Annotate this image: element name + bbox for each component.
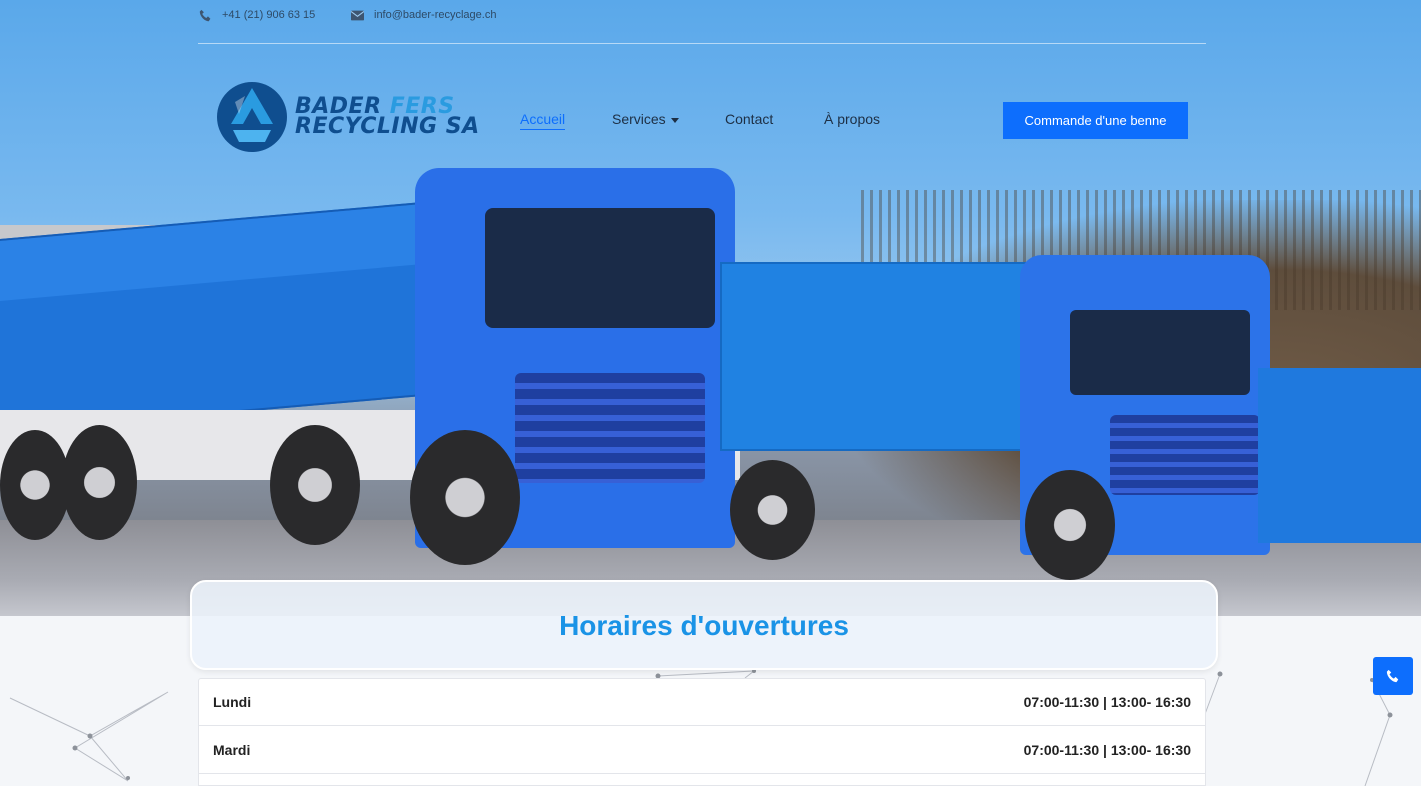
email-address[interactable]: info@bader-recyclage.ch	[374, 9, 496, 21]
container-right	[1258, 368, 1421, 543]
chevron-down-icon[interactable]	[670, 117, 679, 123]
table-row-partial	[198, 774, 1206, 786]
nav-contact[interactable]: Contact	[725, 111, 773, 127]
day-label: Mardi	[213, 741, 251, 758]
nav-a-propos[interactable]: À propos	[824, 111, 880, 127]
table-row: Lundi 07:00-11:30 | 13:00- 16:30	[198, 678, 1206, 726]
site-logo[interactable]: BADER FERS RECYCLING SA	[215, 80, 480, 154]
table-row: Mardi 07:00-11:30 | 13:00- 16:30	[198, 726, 1206, 774]
day-label: Lundi	[213, 694, 252, 710]
order-container-button[interactable]: Commande d'une benne	[1003, 102, 1188, 139]
truck-container-1	[0, 199, 454, 435]
hours-header: Horaires d'ouvertures	[190, 580, 1218, 670]
truck-container-2	[720, 262, 1054, 451]
phone-icon	[198, 8, 212, 22]
phone-contact[interactable]: +41 (21) 906 63 15	[198, 8, 315, 22]
email-contact[interactable]: info@bader-recyclage.ch	[350, 8, 496, 22]
recycle-logo-icon	[217, 82, 287, 152]
phone-float-icon	[1386, 669, 1399, 683]
envelope-icon	[350, 8, 364, 22]
time-label: 07:00-11:30 | 13:00- 16:30	[1023, 694, 1191, 710]
phone-number[interactable]: +41 (21) 906 63 15	[222, 9, 315, 21]
hero-image	[0, 0, 1421, 616]
nav-services[interactable]: Services	[612, 111, 679, 127]
hours-table: Lundi 07:00-11:30 | 13:00- 16:30 Mardi 0…	[198, 678, 1206, 786]
time-label: 07:00-11:30 | 13:00- 16:30	[1023, 741, 1191, 758]
floating-call-button[interactable]	[1373, 657, 1413, 695]
top-contact-bar: +41 (21) 906 63 15 info@bader-recyclage.…	[198, 0, 1206, 44]
logo-text-recycling: RECYCLING SA	[295, 114, 480, 139]
nav-services-label[interactable]: Services	[612, 111, 666, 127]
nav-accueil[interactable]: Accueil	[520, 111, 566, 130]
hours-title: Horaires d'ouvertures	[559, 610, 849, 641]
